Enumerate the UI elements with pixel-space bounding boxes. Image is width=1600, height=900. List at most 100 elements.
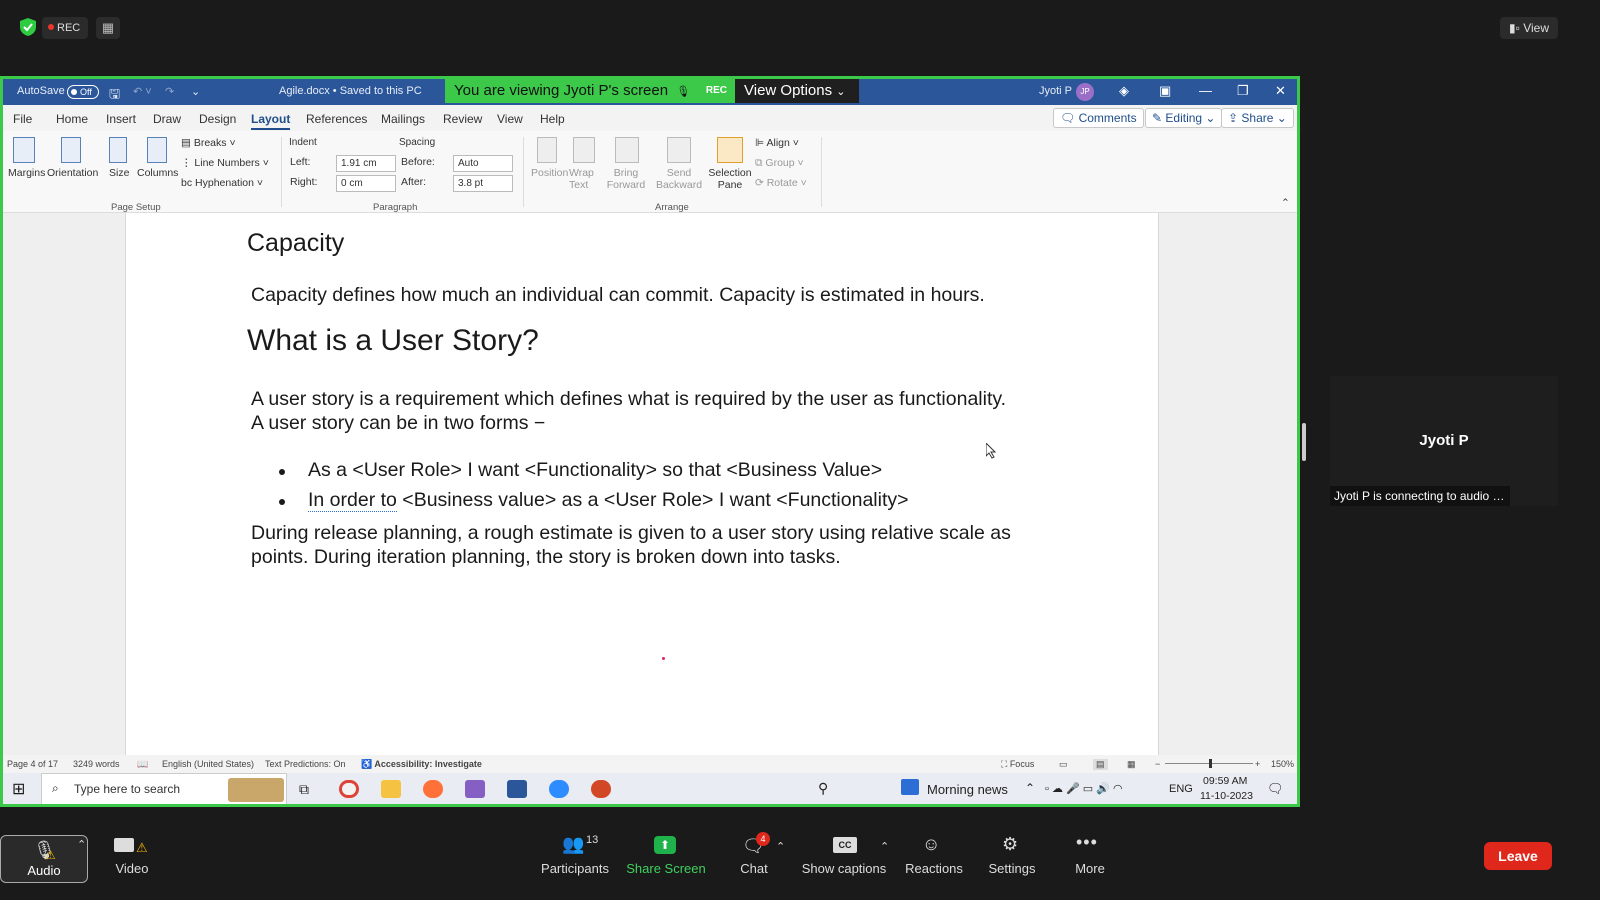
chat-button[interactable]: 🗨 4 Chat: [724, 830, 784, 882]
send-backward-button[interactable]: Send Backward: [653, 167, 705, 191]
page-count[interactable]: Page 4 of 17: [7, 759, 58, 769]
margins-button[interactable]: Margins: [8, 167, 45, 179]
customize-chevron-icon[interactable]: ⌄: [191, 85, 200, 98]
windows-start-icon[interactable]: ⊞: [12, 779, 25, 799]
wrap-text-button[interactable]: Wrap Text: [569, 167, 599, 191]
share-screen-button[interactable]: ⬆ Share Screen: [626, 830, 706, 882]
status-bar: Page 4 of 17 3249 words 📖 English (Unite…: [3, 755, 1297, 773]
tab-design[interactable]: Design: [199, 112, 236, 126]
tab-insert[interactable]: Insert: [106, 112, 136, 126]
language-indicator[interactable]: ENG: [1169, 783, 1193, 795]
file-explorer-icon[interactable]: [381, 780, 401, 798]
zoom-app-icon[interactable]: [549, 780, 569, 798]
accessibility-status[interactable]: ♿ Accessibility: Investigate: [361, 759, 482, 770]
tab-file[interactable]: File: [13, 112, 32, 126]
visual-studio-icon[interactable]: [465, 780, 485, 798]
indent-right-input[interactable]: 0 cm: [336, 175, 396, 192]
screen-share-banner: You are viewing Jyoti P's screen 🎙 REC: [445, 79, 735, 103]
align-button[interactable]: ⊫ Align ˅: [755, 137, 799, 149]
tray-icons[interactable]: ▫ ☁ 🎤 ▭ 🔊 ◠: [1045, 782, 1123, 795]
news-widget[interactable]: Morning news: [927, 782, 1008, 797]
read-mode-icon[interactable]: ▭: [1059, 759, 1068, 770]
redo-icon[interactable]: ↷: [165, 85, 174, 98]
ribbon-display-icon[interactable]: ▣: [1159, 83, 1171, 99]
view-button[interactable]: ▮▫ View: [1500, 17, 1558, 39]
grid-view-button[interactable]: ▦: [96, 17, 120, 39]
tab-view[interactable]: View: [497, 112, 523, 126]
close-icon[interactable]: ✕: [1275, 83, 1286, 99]
spacing-after-input[interactable]: 3.8 pt: [453, 175, 513, 192]
print-layout-icon[interactable]: ▤: [1093, 759, 1108, 770]
audio-options-chevron-icon[interactable]: ⌃: [77, 838, 86, 851]
tab-references[interactable]: References: [306, 112, 367, 126]
notification-icon[interactable]: 🗨: [1267, 781, 1284, 797]
firefox-icon[interactable]: [423, 780, 443, 798]
focus-button[interactable]: ⛶ Focus: [1001, 759, 1034, 770]
editing-button[interactable]: ✎ Editing ⌄: [1145, 108, 1223, 128]
indent-left-input[interactable]: 1.91 cm: [336, 155, 396, 172]
reactions-button[interactable]: ☺ Reactions: [902, 830, 966, 882]
line-numbers-button[interactable]: ⋮ Line Numbers ˅: [181, 157, 269, 169]
video-button[interactable]: ⚠ Video: [100, 830, 164, 882]
web-layout-icon[interactable]: ▦: [1127, 759, 1136, 770]
clock-date[interactable]: 11-10-2023: [1200, 790, 1253, 802]
panel-resize-handle[interactable]: [1302, 423, 1306, 461]
undo-icon[interactable]: ↶ ˅: [133, 85, 152, 98]
more-button[interactable]: ••• More: [1062, 830, 1118, 882]
tab-draw[interactable]: Draw: [153, 112, 181, 126]
leave-button[interactable]: Leave: [1484, 842, 1552, 870]
word-icon[interactable]: [507, 780, 527, 798]
avatar[interactable]: JP: [1076, 83, 1094, 101]
breaks-button[interactable]: ▤ Breaks ˅: [181, 137, 236, 149]
position-button[interactable]: Position: [531, 167, 568, 179]
language-status[interactable]: English (United States): [162, 759, 254, 769]
save-icon[interactable]: 🖫: [109, 85, 120, 107]
clock-time[interactable]: 09:59 AM: [1203, 775, 1247, 787]
diamond-icon[interactable]: ◈: [1119, 83, 1129, 99]
taskbar-search-box[interactable]: ⌕ Type here to search: [41, 773, 287, 804]
minimize-icon[interactable]: —: [1199, 83, 1212, 98]
zoom-slider-thumb[interactable]: [1209, 759, 1212, 768]
rotate-button[interactable]: ⟳ Rotate ˅: [755, 177, 807, 189]
show-captions-button[interactable]: CC Show captions: [800, 830, 888, 882]
autosave-toggle[interactable]: Off: [67, 85, 99, 99]
recording-indicator[interactable]: REC: [42, 17, 88, 39]
task-view-icon[interactable]: ⧉: [299, 781, 309, 798]
tab-review[interactable]: Review: [443, 112, 482, 126]
orientation-button[interactable]: Orientation: [47, 167, 98, 179]
tab-help[interactable]: Help: [540, 112, 565, 126]
audio-button[interactable]: 🎙 ⚠ ⌃ Audio: [0, 835, 88, 883]
bring-forward-button[interactable]: Bring Forward: [603, 167, 649, 191]
columns-button[interactable]: Columns: [137, 167, 178, 179]
word-count[interactable]: 3249 words: [73, 759, 120, 769]
proofing-icon[interactable]: 📖: [137, 759, 148, 770]
text-predictions-status[interactable]: Text Predictions: On: [265, 759, 346, 769]
size-button[interactable]: Size: [109, 167, 129, 179]
zoom-out-icon[interactable]: −: [1155, 759, 1160, 769]
tab-mailings[interactable]: Mailings: [381, 112, 425, 126]
settings-button[interactable]: ⚙ Settings: [982, 830, 1042, 882]
selection-pane-button[interactable]: Selection Pane: [707, 167, 753, 191]
spacing-before-input[interactable]: Auto: [453, 155, 513, 172]
tray-chevron-icon[interactable]: ⌃: [1025, 781, 1035, 795]
chat-options-chevron-icon[interactable]: ⌃: [776, 840, 785, 853]
document-title[interactable]: Agile.docx • Saved to this PC: [279, 85, 422, 97]
tab-home[interactable]: Home: [56, 112, 88, 126]
zoom-in-icon[interactable]: +: [1255, 759, 1260, 769]
people-icon[interactable]: ⚲: [818, 780, 828, 797]
collapse-ribbon-icon[interactable]: ⌃: [1281, 197, 1290, 209]
zoom-level[interactable]: 150%: [1271, 759, 1294, 769]
tab-layout[interactable]: Layout: [251, 112, 291, 130]
document-page[interactable]: Capacity Capacity defines how much an in…: [125, 213, 1159, 755]
captions-options-chevron-icon[interactable]: ⌃: [880, 840, 889, 853]
powerpoint-icon[interactable]: [591, 780, 611, 798]
share-button[interactable]: ⇪ Share ⌄: [1221, 108, 1294, 128]
comments-button[interactable]: 🗨 Comments: [1053, 108, 1144, 128]
hyphenation-button[interactable]: bc Hyphenation ˅: [181, 177, 263, 189]
group-button[interactable]: ⧉ Group ˅: [755, 157, 804, 170]
restore-icon[interactable]: ❐: [1237, 83, 1249, 99]
news-icon[interactable]: [901, 779, 919, 795]
participants-button[interactable]: 👥 13 Participants: [540, 830, 610, 882]
view-options-button[interactable]: View Options ⌄: [735, 79, 859, 103]
chrome-icon[interactable]: [339, 780, 359, 798]
